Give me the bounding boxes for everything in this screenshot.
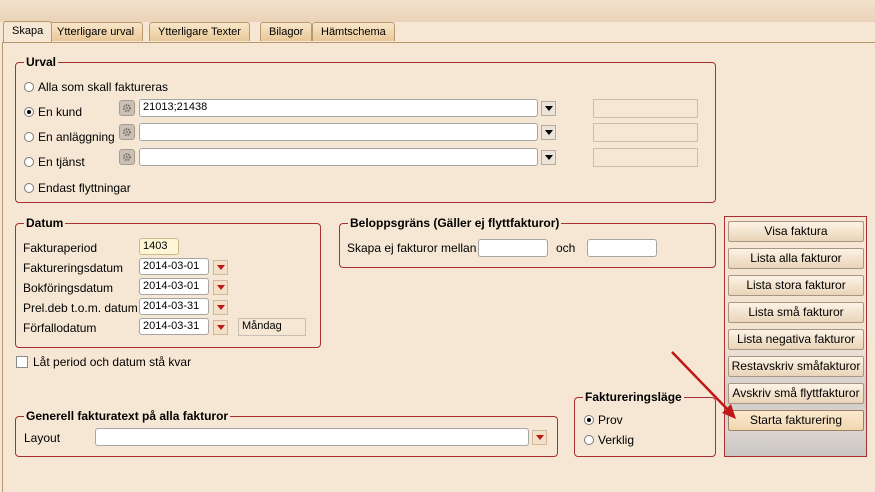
tab-hamtschema[interactable]: Hämtschema bbox=[312, 22, 395, 41]
beloppsgrans-title: Beloppsgräns (Gäller ej flyttfakturor) bbox=[348, 216, 562, 230]
tjanst-input[interactable] bbox=[139, 148, 538, 166]
kund-input[interactable]: 21013;21438 bbox=[139, 99, 538, 117]
radio-en-kund-button[interactable] bbox=[24, 107, 34, 117]
chevron-down-icon bbox=[535, 435, 544, 440]
tab-ytterligare-texter[interactable]: Ytterligare Texter bbox=[149, 22, 250, 41]
faktureringsdatum-input[interactable]: 2014-03-01 bbox=[139, 258, 209, 275]
bokforingsdatum-input[interactable]: 2014-03-01 bbox=[139, 278, 209, 295]
generell-fakturatext-title: Generell fakturatext på alla fakturor bbox=[24, 409, 231, 423]
bokforingsdatum-picker-button[interactable] bbox=[213, 280, 228, 295]
chevron-down-icon bbox=[216, 305, 225, 310]
chevron-down-icon bbox=[216, 265, 225, 270]
radio-verklig-label: Verklig bbox=[598, 433, 635, 447]
radio-en-tjanst-label: En tjänst bbox=[38, 155, 85, 169]
radio-en-tjanst-button[interactable] bbox=[24, 157, 34, 167]
anlaggning-dropdown-button[interactable] bbox=[541, 125, 556, 140]
forfallodatum-input[interactable]: 2014-03-31 bbox=[139, 318, 209, 335]
bokforingsdatum-label: Bokföringsdatum bbox=[23, 281, 114, 295]
visa-faktura-button[interactable]: Visa faktura bbox=[728, 221, 864, 242]
radio-prov-button[interactable] bbox=[584, 415, 594, 425]
radio-en-anlaggning-label: En anläggning bbox=[38, 130, 115, 144]
lista-stora-fakturor-button[interactable]: Lista stora fakturor bbox=[728, 275, 864, 296]
fakturaperiod-label: Fakturaperiod bbox=[23, 241, 98, 255]
faktureringsdatum-label: Faktureringsdatum bbox=[23, 261, 124, 275]
layout-select[interactable] bbox=[95, 428, 529, 446]
gear-icon[interactable] bbox=[119, 149, 135, 165]
window-top-strip bbox=[0, 0, 875, 22]
radio-alla[interactable]: Alla som skall faktureras bbox=[24, 80, 168, 94]
prel-deb-picker-button[interactable] bbox=[213, 300, 228, 315]
weekday-field: Måndag bbox=[238, 318, 306, 336]
radio-prov[interactable]: Prov bbox=[584, 413, 623, 427]
lista-alla-fakturor-button[interactable]: Lista alla fakturor bbox=[728, 248, 864, 269]
radio-prov-label: Prov bbox=[598, 413, 623, 427]
radio-endast-flyttningar[interactable]: Endast flyttningar bbox=[24, 181, 131, 195]
datum-title: Datum bbox=[24, 216, 66, 230]
kund-name-field bbox=[593, 99, 698, 118]
chevron-down-icon bbox=[216, 325, 225, 330]
tab-ytterligare-urval[interactable]: Ytterligare urval bbox=[48, 22, 144, 41]
gear-icon[interactable] bbox=[119, 100, 135, 116]
belopp-from-input[interactable] bbox=[478, 239, 548, 257]
lat-period-checkbox[interactable] bbox=[16, 356, 28, 368]
radio-verklig-button[interactable] bbox=[584, 435, 594, 445]
forfallodatum-label: Förfallodatum bbox=[23, 321, 97, 335]
chevron-down-icon bbox=[544, 155, 553, 160]
radio-alla-button[interactable] bbox=[24, 82, 34, 92]
lat-period-label: Låt period och datum stå kvar bbox=[33, 355, 192, 369]
radio-en-kund-label: En kund bbox=[38, 105, 83, 119]
anlaggning-name-field bbox=[593, 123, 698, 142]
och-label: och bbox=[556, 241, 576, 255]
radio-en-tjanst[interactable]: En tjänst bbox=[24, 155, 85, 169]
forfallodatum-picker-button[interactable] bbox=[213, 320, 228, 335]
radio-verklig[interactable]: Verklig bbox=[584, 433, 634, 447]
gear-icon[interactable] bbox=[119, 124, 135, 140]
radio-endast-flyttningar-button[interactable] bbox=[24, 183, 34, 193]
layout-dropdown-button[interactable] bbox=[532, 430, 547, 445]
lista-sma-fakturor-button[interactable]: Lista små fakturor bbox=[728, 302, 864, 323]
faktureringsdatum-picker-button[interactable] bbox=[213, 260, 228, 275]
radio-alla-label: Alla som skall faktureras bbox=[38, 80, 169, 94]
tjanst-name-field bbox=[593, 148, 698, 167]
radio-en-anlaggning[interactable]: En anläggning bbox=[24, 130, 115, 144]
radio-en-anlaggning-button[interactable] bbox=[24, 132, 34, 142]
red-arrow-annotation bbox=[671, 351, 736, 419]
kund-dropdown-button[interactable] bbox=[541, 101, 556, 116]
tab-skapa[interactable]: Skapa bbox=[3, 21, 53, 42]
tab-bilagor[interactable]: Bilagor bbox=[260, 22, 313, 41]
radio-en-kund[interactable]: En kund bbox=[24, 105, 82, 119]
prel-deb-label: Prel.deb t.o.m. datum bbox=[23, 301, 138, 315]
anlaggning-input[interactable] bbox=[139, 123, 538, 141]
chevron-down-icon bbox=[544, 106, 553, 111]
belopp-to-input[interactable] bbox=[587, 239, 657, 257]
tjanst-dropdown-button[interactable] bbox=[541, 150, 556, 165]
beloppsgrans-label: Skapa ej fakturor mellan bbox=[347, 241, 477, 255]
layout-label: Layout bbox=[24, 431, 61, 445]
fakturaperiod-input[interactable]: 1403 bbox=[139, 238, 179, 255]
radio-endast-flyttningar-label: Endast flyttningar bbox=[38, 181, 131, 195]
chevron-down-icon bbox=[216, 285, 225, 290]
arrow-shaft bbox=[671, 351, 731, 413]
prel-deb-input[interactable]: 2014-03-31 bbox=[139, 298, 209, 315]
chevron-down-icon bbox=[544, 130, 553, 135]
urval-title: Urval bbox=[24, 55, 59, 69]
